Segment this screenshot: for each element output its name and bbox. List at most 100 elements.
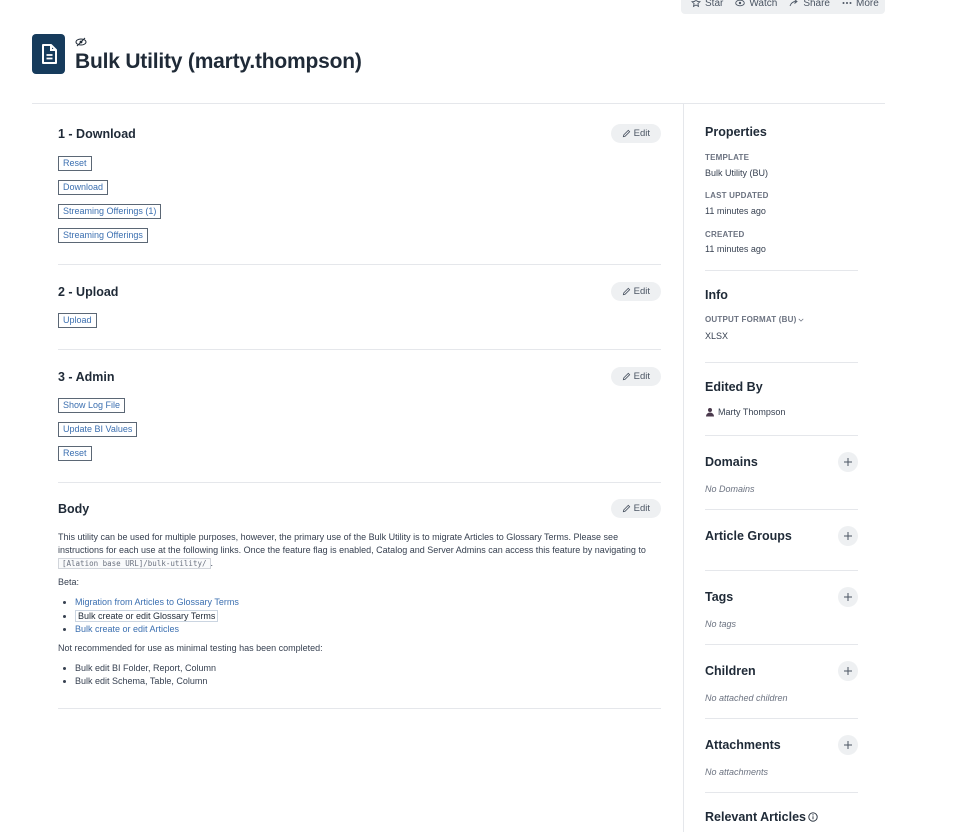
- period: .: [210, 558, 214, 568]
- add-child-button[interactable]: [838, 661, 858, 681]
- user-avatar-icon: [706, 408, 714, 417]
- watch-button[interactable]: Watch: [735, 0, 777, 9]
- share-button[interactable]: Share: [789, 0, 830, 9]
- pencil-icon: [622, 504, 630, 513]
- add-attachment-button[interactable]: [838, 735, 858, 755]
- plus-icon: [844, 593, 852, 601]
- add-tag-button[interactable]: [838, 587, 858, 607]
- output-format-label[interactable]: OUTPUT FORMAT (BU): [705, 315, 804, 324]
- relevant-articles-heading: Relevant Articles: [705, 810, 818, 824]
- relevant-articles-panel: Relevant Articles: [705, 793, 858, 832]
- info-title: Info: [705, 288, 728, 302]
- edit-button[interactable]: Edit: [610, 124, 661, 143]
- attachments-panel: Attachments No attachments: [705, 719, 858, 793]
- section-body: Body Edit This utility can be used for m…: [58, 483, 661, 709]
- add-article-group-button[interactable]: [838, 526, 858, 546]
- edited-by-title: Edited By: [705, 380, 763, 394]
- download-button[interactable]: Download: [58, 180, 109, 195]
- watching-eye-icon: [75, 37, 87, 47]
- domains-title: Domains: [705, 455, 758, 469]
- section-download: 1 - Download Edit Reset Download Streami…: [58, 104, 661, 265]
- last-updated-label: LAST UPDATED: [705, 191, 769, 200]
- watch-label: Watch: [749, 0, 778, 9]
- tags-title: Tags: [705, 590, 734, 604]
- edited-by-panel: Edited By Marty Thompson: [705, 363, 858, 436]
- page-title: Bulk Utility (marty.thompson): [75, 50, 362, 73]
- output-format-label-text: OUTPUT FORMAT (BU): [705, 315, 797, 324]
- plus-icon: [844, 458, 852, 466]
- children-title: Children: [705, 664, 756, 678]
- info-panel: Info OUTPUT FORMAT (BU) XLSX: [705, 271, 858, 363]
- list-item: Bulk create or edit Articles: [75, 623, 661, 637]
- more-button[interactable]: More: [842, 0, 879, 9]
- show-log-file-button[interactable]: Show Log File: [58, 398, 126, 413]
- section-admin: 3 - Admin Edit Show Log File Update BI V…: [58, 350, 661, 483]
- pencil-icon: [622, 287, 630, 296]
- edit-button[interactable]: Edit: [610, 282, 661, 301]
- plus-icon: [844, 667, 852, 675]
- properties-title: Properties: [705, 125, 767, 139]
- edit-label: Edit: [633, 128, 650, 139]
- link-bulk-articles[interactable]: Bulk create or edit Articles: [75, 624, 179, 634]
- attachments-title: Attachments: [705, 738, 781, 752]
- list-item: Bulk edit Schema, Table, Column: [75, 675, 661, 689]
- plus-icon: [844, 532, 852, 540]
- url-code: [Alation base URL]/bulk-utility/: [58, 558, 211, 569]
- properties-panel: Properties TEMPLATE Bulk Utility (BU) LA…: [705, 104, 858, 271]
- streaming-offerings-button[interactable]: Streaming Offerings: [58, 228, 148, 243]
- article-groups-title: Article Groups: [705, 529, 792, 543]
- edit-button[interactable]: Edit: [610, 499, 661, 518]
- update-bi-values-button[interactable]: Update BI Values: [58, 422, 138, 437]
- relevant-articles-title: Relevant Articles: [705, 810, 806, 824]
- editor-name: Marty Thompson: [718, 407, 786, 417]
- pencil-icon: [622, 372, 630, 381]
- article-groups-panel: Article Groups: [705, 510, 858, 571]
- info-icon[interactable]: [808, 812, 818, 822]
- not-recommended-label: Not recommended for use as minimal testi…: [58, 642, 323, 653]
- reset-button[interactable]: Reset: [58, 446, 92, 461]
- link-migration[interactable]: Migration from Articles to Glossary Term…: [75, 597, 239, 607]
- edit-label: Edit: [633, 503, 650, 514]
- list-item: Bulk edit BI Folder, Report, Column: [75, 662, 661, 676]
- reset-button[interactable]: Reset: [58, 156, 92, 171]
- more-label: More: [856, 0, 879, 9]
- body-content: This utility can be used for multiple pu…: [58, 531, 661, 689]
- beta-label: Beta:: [58, 577, 80, 587]
- section-upload: 2 - Upload Edit Upload: [58, 265, 661, 350]
- share-icon: [789, 0, 799, 7]
- section-title: 1 - Download: [58, 127, 136, 141]
- edit-button[interactable]: Edit: [610, 367, 661, 386]
- body-paragraph-text: This utility can be used for multiple pu…: [58, 532, 646, 555]
- chevron-down-icon: [798, 318, 804, 322]
- section-title: 2 - Upload: [58, 285, 119, 299]
- body-paragraph: This utility can be used for multiple pu…: [58, 531, 661, 570]
- children-panel: Children No attached children: [705, 645, 858, 719]
- plus-icon: [844, 741, 852, 749]
- domains-empty: No Domains: [705, 484, 755, 494]
- not-recommended-list: Bulk edit BI Folder, Report, Column Bulk…: [75, 662, 661, 689]
- children-empty: No attached children: [705, 693, 788, 703]
- editor[interactable]: Marty Thompson: [705, 407, 785, 417]
- list-item: Migration from Articles to Glossary Term…: [75, 596, 661, 610]
- section-title: 3 - Admin: [58, 370, 115, 384]
- upload-button[interactable]: Upload: [58, 313, 97, 328]
- created-label: CREATED: [705, 230, 745, 239]
- ellipsis-icon: [842, 2, 852, 4]
- link-bulk-glossary[interactable]: Bulk create or edit Glossary Terms: [75, 609, 219, 622]
- tags-panel: Tags No tags: [705, 571, 858, 645]
- share-label: Share: [803, 0, 830, 9]
- star-button[interactable]: Star: [691, 0, 723, 9]
- pencil-icon: [622, 129, 630, 138]
- main-content: 1 - Download Edit Reset Download Streami…: [58, 104, 661, 709]
- add-domain-button[interactable]: [838, 452, 858, 472]
- edit-label: Edit: [633, 371, 650, 382]
- star-icon: [691, 0, 701, 8]
- created-value: 11 minutes ago: [705, 244, 766, 254]
- streaming-offerings-1-button[interactable]: Streaming Offerings (1): [58, 204, 162, 219]
- eye-icon: [735, 0, 746, 7]
- template-label: TEMPLATE: [705, 153, 750, 162]
- last-updated-value: 11 minutes ago: [705, 206, 766, 216]
- sidebar-divider: [683, 104, 684, 832]
- template-value: Bulk Utility (BU): [705, 168, 769, 178]
- section-title: Body: [58, 502, 90, 516]
